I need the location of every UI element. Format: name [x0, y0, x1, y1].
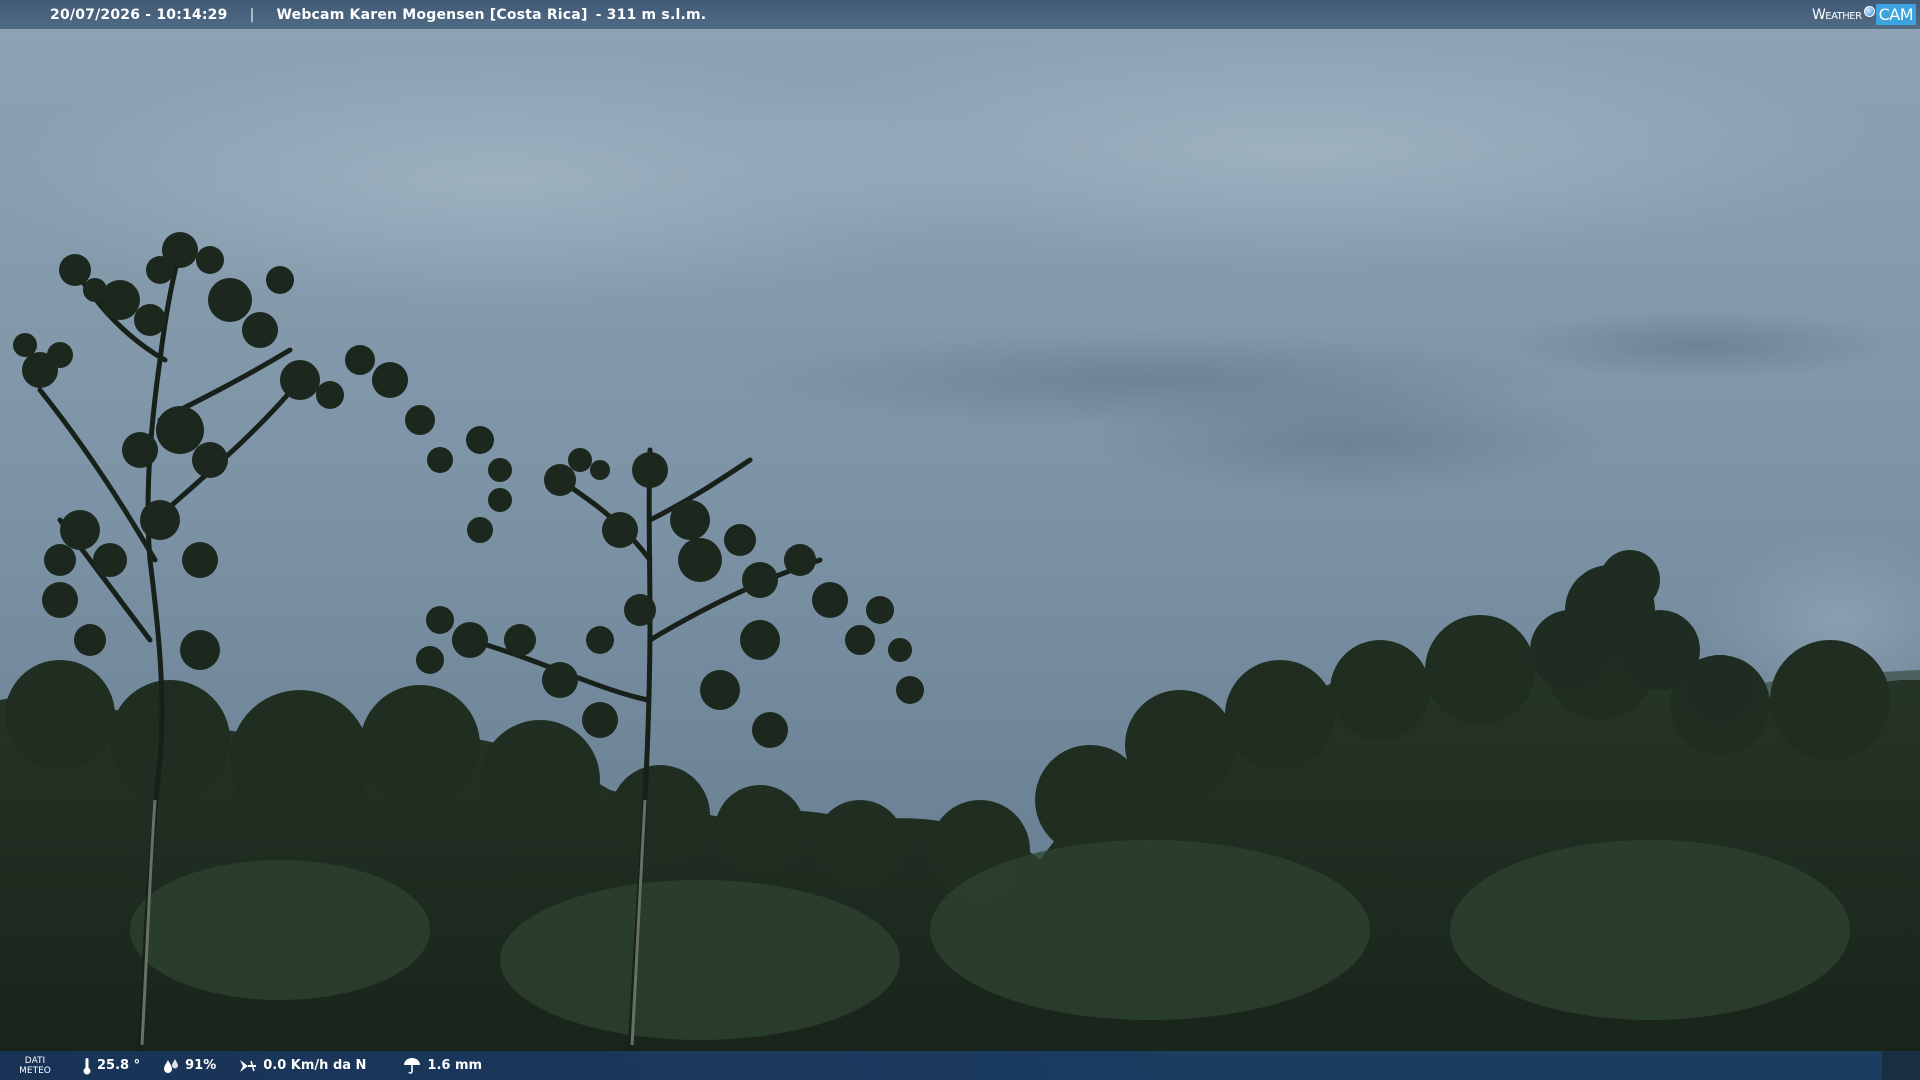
bottom-right-strip [1882, 1051, 1920, 1080]
weather-data-label: DATI METEO [0, 1056, 70, 1076]
webcam-title: Webcam Karen Mogensen [Costa Rica] [276, 6, 588, 23]
webcam-scene [0, 0, 1920, 1080]
weather-label-line1: DATI [24, 1055, 46, 1066]
weathercam-logo[interactable]: Weather CAM [1812, 3, 1916, 26]
humidity-item: 91% [162, 1058, 216, 1074]
wind-direction-icon [240, 1059, 257, 1072]
wind-value: 0.0 Km/h da N [263, 1058, 367, 1073]
rain-item: 1.6 mm [402, 1057, 482, 1075]
logo-word-cam: CAM [1875, 4, 1916, 25]
webcam-image [0, 0, 1920, 1080]
weather-data-bar: DATI METEO 25.8 ° 91% 0.0 Km/h da N 1.6 … [0, 1051, 1920, 1080]
thermometer-icon [83, 1057, 91, 1074]
weather-label-line2: METEO [19, 1065, 51, 1076]
logo-dot-icon [1863, 6, 1875, 17]
temperature-item: 25.8 ° [82, 1057, 140, 1075]
timestamp: 20/07/2026 - 10:14:29 [50, 6, 228, 23]
umbrella-icon [404, 1057, 421, 1074]
temperature-value: 25.8 ° [97, 1058, 141, 1073]
altitude: - 311 m s.l.m. [595, 6, 707, 23]
header-separator: | [249, 6, 255, 23]
header-bar: 20/07/2026 - 10:14:29 | Webcam Karen Mog… [0, 0, 1920, 29]
humidity-drops-icon [164, 1058, 179, 1073]
logo-word-weather: Weather [1811, 6, 1862, 23]
wind-item: 0.0 Km/h da N [238, 1057, 366, 1075]
humidity-value: 91% [185, 1058, 217, 1073]
rain-value: 1.6 mm [427, 1058, 483, 1073]
